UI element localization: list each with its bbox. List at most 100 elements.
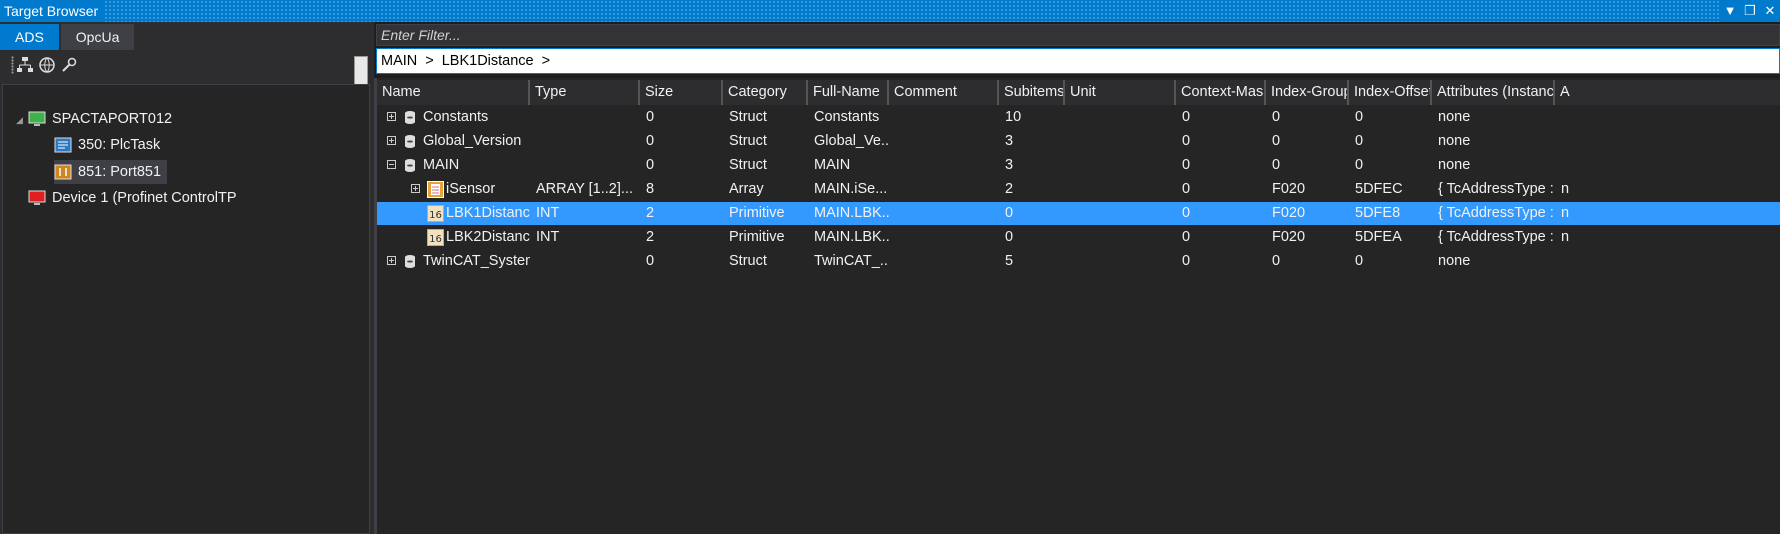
tree-node-port851[interactable]: 851: Port851 — [54, 160, 168, 184]
table-row[interactable]: Global_Version 0 Struct Global_Ve... 3 0… — [377, 130, 1780, 153]
globe-icon[interactable] — [38, 56, 56, 74]
tree-node-spactaport012[interactable]: SPACTAPORT012 — [28, 107, 172, 131]
column-header-subitems[interactable]: Subitems — [999, 80, 1065, 105]
breadcrumb-item-main[interactable]: MAIN — [381, 49, 417, 73]
column-header-unit[interactable]: Unit — [1065, 80, 1176, 105]
tab-ads[interactable]: ADS — [0, 24, 59, 50]
cell-type — [530, 154, 640, 177]
maximize-icon[interactable]: ❐ — [1740, 0, 1760, 22]
cell-name: LBK1Distance — [446, 205, 530, 221]
cell-subitems: 3 — [1005, 157, 1014, 173]
network-tree-icon[interactable] — [16, 56, 34, 74]
cell-comment — [889, 226, 999, 249]
expand-icon[interactable] — [387, 136, 396, 145]
table-row[interactable]: MAIN 0 Struct MAIN 3 0 0 0 none — [377, 154, 1780, 177]
column-header-index-group[interactable]: Index-Group — [1266, 80, 1349, 105]
right-panel: MAIN > LBK1Distance > Name Type Size Cat… — [374, 22, 1780, 534]
tree-node-label: 350: PlcTask — [78, 137, 161, 153]
cell-unit — [1065, 226, 1176, 249]
collapse-triangle-icon[interactable]: ◢ — [16, 115, 23, 126]
cell-name: LBK2Distance — [446, 229, 530, 245]
computer-green-icon — [28, 111, 46, 126]
symbol-grid: Name Type Size Category Full-Name Commen… — [374, 78, 1780, 534]
cell-full-name: MAIN.LBK... — [814, 205, 889, 221]
tree-node-label: SPACTAPORT012 — [52, 111, 173, 127]
expand-icon[interactable] — [387, 112, 396, 121]
cell-size: 2 — [646, 229, 655, 245]
expand-icon[interactable] — [411, 184, 420, 193]
column-header-category[interactable]: Category — [723, 80, 808, 105]
computer-red-icon — [28, 190, 46, 205]
tree-node-plctask[interactable]: 350: PlcTask — [54, 133, 166, 157]
cell-index-group: 0 — [1272, 109, 1281, 125]
column-header-type[interactable]: Type — [530, 80, 640, 105]
cell-size: 8 — [646, 181, 655, 197]
cell-index-offset: 0 — [1355, 109, 1364, 125]
struct-icon — [405, 135, 415, 148]
cell-index-offset: 0 — [1355, 133, 1364, 149]
cell-context-mask: 0 — [1182, 109, 1191, 125]
cell-comment — [889, 154, 999, 177]
tab-opcua[interactable]: OpcUa — [60, 24, 135, 50]
tree-node-device1[interactable]: Device 1 (Profinet ControlTP — [28, 186, 237, 210]
table-row[interactable]: 16 LBK2Distance INT 2 Primitive MAIN.LBK… — [377, 226, 1780, 249]
cell-type — [530, 250, 640, 273]
window-controls: ▼ ❐ ✕ — [1720, 0, 1780, 22]
cell-type: INT — [536, 229, 560, 245]
cell-attributes: none — [1438, 133, 1471, 149]
cell-attributes: { TcAddressType : In — [1438, 229, 1555, 245]
cell-context-mask: 0 — [1182, 181, 1191, 197]
table-row[interactable]: Constants 0 Struct Constants 10 0 0 0 no… — [377, 106, 1780, 129]
breadcrumb-separator[interactable]: > — [425, 49, 433, 73]
cell-index-offset: 5DFEA — [1355, 229, 1402, 245]
cell-size: 0 — [646, 253, 655, 269]
cell-overflow: n — [1561, 181, 1570, 197]
cell-name: Global_Version — [423, 133, 522, 149]
cell-overflow — [1555, 130, 1780, 153]
cell-name: MAIN — [423, 157, 460, 173]
cell-full-name: MAIN — [814, 157, 851, 173]
cell-context-mask: 0 — [1182, 133, 1191, 149]
cell-index-offset: 0 — [1355, 253, 1364, 269]
column-header-index-offset[interactable]: Index-Offset — [1349, 80, 1432, 105]
breadcrumb-item-lbk1distance[interactable]: LBK1Distance — [442, 49, 534, 73]
cell-full-name: Constants — [814, 109, 880, 125]
cell-category: Struct — [729, 133, 767, 149]
table-row[interactable]: TwinCAT_SystemInfoVarl 0 Struct TwinCAT_… — [377, 250, 1780, 273]
column-header-comment[interactable]: Comment — [889, 80, 999, 105]
cell-overflow: n — [1561, 205, 1570, 221]
cell-comment — [889, 106, 999, 129]
cell-category: Struct — [729, 157, 767, 173]
task-icon — [54, 137, 72, 153]
cell-index-group: 0 — [1272, 253, 1281, 269]
cell-comment — [889, 202, 999, 225]
window-title: Target Browser — [0, 0, 105, 22]
cell-subitems: 2 — [1005, 181, 1014, 197]
breadcrumb-separator[interactable]: > — [542, 49, 550, 73]
port-icon — [54, 164, 72, 180]
breadcrumb[interactable]: MAIN > LBK1Distance > — [376, 48, 1780, 74]
cell-comment — [889, 130, 999, 153]
cell-attributes: { TcAddressType : In — [1438, 205, 1555, 221]
cell-name: TwinCAT_SystemInfoVarl — [423, 253, 530, 269]
column-header-overflow[interactable]: A — [1555, 80, 1780, 105]
filter-input[interactable] — [377, 25, 1779, 45]
cell-name: iSensor — [446, 181, 496, 197]
cell-index-group: 0 — [1272, 157, 1281, 173]
close-icon[interactable]: ✕ — [1760, 0, 1780, 22]
table-row-selected[interactable]: 16 LBK1Distance INT 2 Primitive MAIN.LBK… — [377, 202, 1780, 225]
column-header-name[interactable]: Name — [377, 80, 530, 105]
cell-full-name: MAIN.iSe... — [814, 181, 888, 197]
expand-icon[interactable] — [387, 256, 396, 265]
cell-category: Primitive — [729, 229, 785, 245]
wrench-icon[interactable] — [60, 56, 78, 74]
table-row[interactable]: iSensor ARRAY [1..2]... 8 Array MAIN.iSe… — [377, 178, 1780, 201]
column-header-full-name[interactable]: Full-Name — [808, 80, 889, 105]
collapse-icon[interactable] — [387, 160, 396, 169]
column-header-size[interactable]: Size — [640, 80, 723, 105]
cell-index-offset: 0 — [1355, 157, 1364, 173]
column-header-attributes[interactable]: Attributes (Instance) — [1432, 80, 1555, 105]
column-header-context-mask[interactable]: Context-Mask — [1176, 80, 1266, 105]
dropdown-icon[interactable]: ▼ — [1720, 0, 1740, 22]
tab-bar: ADS OpcUa — [0, 24, 136, 50]
